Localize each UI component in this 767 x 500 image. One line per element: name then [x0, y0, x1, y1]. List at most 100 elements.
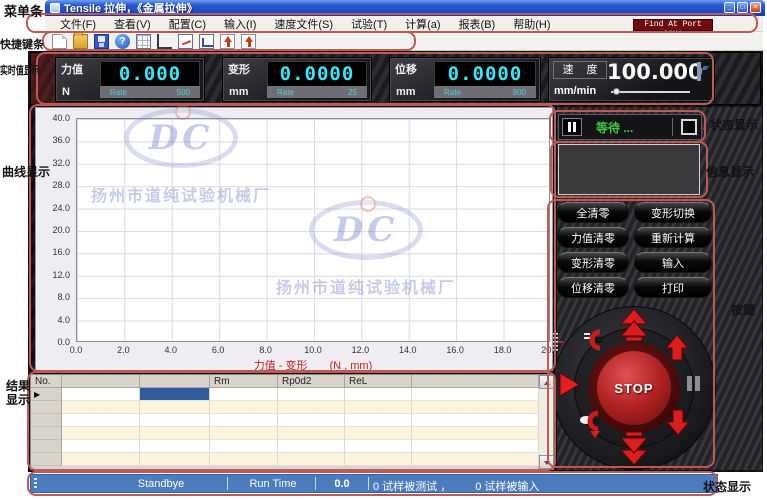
save-icon[interactable]: [94, 34, 109, 49]
table-cell[interactable]: [278, 427, 345, 440]
force-label: 力值: [61, 61, 83, 77]
menu-item[interactable]: 速度文件(S): [265, 16, 342, 32]
menu-item[interactable]: 配置(C): [160, 16, 215, 32]
button-力值清零[interactable]: 力值清零: [557, 227, 629, 248]
table-cell[interactable]: [278, 453, 345, 466]
button-位移清零[interactable]: 位移清零: [557, 277, 629, 298]
force-rate: Rate500: [100, 86, 200, 98]
table-cell[interactable]: [210, 440, 278, 453]
table-cell[interactable]: [278, 440, 345, 453]
table-cell[interactable]: [345, 388, 412, 401]
table-scrollbar[interactable]: [538, 375, 553, 469]
table-cell[interactable]: [345, 427, 412, 440]
button-重新计算[interactable]: 重新计算: [634, 227, 712, 248]
menu-item[interactable]: 计算(a): [396, 16, 449, 32]
table-cell[interactable]: [62, 401, 140, 414]
table-cell[interactable]: [62, 427, 140, 440]
table-cell[interactable]: [140, 414, 210, 427]
table-cell[interactable]: [345, 440, 412, 453]
annotation-status-top: 状态显示: [710, 116, 758, 133]
jog-up-fast-button[interactable]: [621, 309, 647, 341]
menu-item[interactable]: 帮助(H): [504, 16, 559, 32]
table-cell[interactable]: [62, 414, 140, 427]
table-cell[interactable]: [412, 414, 539, 427]
speed-slider[interactable]: [611, 91, 690, 93]
speed-down-spinner[interactable]: [699, 62, 701, 81]
button-变形切换[interactable]: 变形切换: [634, 202, 712, 223]
table-cell[interactable]: [412, 427, 539, 440]
pause-icon[interactable]: [562, 118, 582, 136]
table-cell[interactable]: [278, 388, 345, 401]
speed-slider-handle[interactable]: [613, 88, 620, 95]
minimize-button[interactable]: _: [724, 2, 735, 13]
table-cell[interactable]: [412, 440, 539, 453]
annotation-keys: 按键: [731, 301, 755, 318]
table-cell[interactable]: [140, 440, 210, 453]
table-cell[interactable]: [210, 388, 278, 401]
axis-title: 力值 - 变形 (N , mm): [76, 357, 550, 373]
axes-icon[interactable]: [157, 34, 172, 49]
button-打印[interactable]: 打印: [634, 277, 712, 298]
deform-rate: Rate25: [267, 86, 367, 98]
force-lcd: 0.000: [100, 61, 200, 87]
y-tick-label: 4.0: [32, 315, 70, 325]
jog-gauge-icon: [553, 333, 563, 351]
menu-item[interactable]: 查看(V): [105, 16, 160, 32]
table-cell[interactable]: [210, 453, 278, 466]
table-cell[interactable]: [278, 401, 345, 414]
table-cell[interactable]: [345, 414, 412, 427]
new-icon[interactable]: [52, 34, 67, 49]
table-cell[interactable]: [140, 388, 210, 401]
menu-item[interactable]: 报表(B): [450, 16, 505, 32]
table-cell[interactable]: [412, 453, 539, 466]
annotation-menu: 菜单条: [4, 1, 43, 20]
stop-square-icon[interactable]: [681, 119, 697, 135]
export-icon[interactable]: [220, 34, 235, 49]
column-header: Rm: [210, 375, 278, 388]
y-tick-label: 8.0: [32, 292, 70, 302]
table-cell[interactable]: [345, 453, 412, 466]
close-button[interactable]: ✕: [750, 2, 761, 13]
import-icon[interactable]: [241, 34, 256, 49]
jog-pause-icon[interactable]: [687, 376, 700, 391]
curve-panel: 40.036.032.028.024.020.016.012.08.04.00.…: [35, 107, 553, 371]
table-cell[interactable]: [278, 414, 345, 427]
help-icon[interactable]: [115, 34, 130, 49]
x-tick-label: 16.0: [440, 345, 470, 355]
upper-clamp-icon[interactable]: [584, 332, 602, 348]
table-cell[interactable]: [345, 401, 412, 414]
menu-item[interactable]: 文件(F): [51, 16, 105, 32]
button-全清零[interactable]: 全清零: [557, 202, 629, 223]
maximize-button[interactable]: □: [737, 2, 748, 13]
scroll-up-icon[interactable]: [539, 375, 554, 389]
scroll-down-icon[interactable]: [539, 455, 554, 469]
jog-down-fast-button[interactable]: [621, 432, 647, 465]
table-cell[interactable]: [210, 427, 278, 440]
table-cell[interactable]: [62, 440, 140, 453]
screenshot-root: { "annotations": { "menu": "菜单条", "toolb…: [0, 0, 767, 500]
table-cell[interactable]: [412, 401, 539, 414]
open-icon[interactable]: [73, 34, 88, 49]
jog-up-button[interactable]: [666, 335, 688, 360]
chart-icon[interactable]: [178, 34, 193, 49]
speed-value: 100.000: [607, 60, 692, 84]
jog-run-button[interactable]: [560, 373, 579, 396]
table-cell[interactable]: [62, 388, 140, 401]
table-cell[interactable]: [62, 453, 140, 466]
jog-down-button[interactable]: [667, 410, 689, 435]
table-cell[interactable]: [210, 401, 278, 414]
table-icon[interactable]: [136, 34, 151, 49]
report-icon[interactable]: [199, 34, 214, 49]
table-cell[interactable]: [412, 388, 539, 401]
column-header: Rp0d2: [278, 375, 345, 388]
button-变形清零[interactable]: 变形清零: [557, 252, 629, 273]
menu-item[interactable]: 输入(I): [215, 16, 265, 32]
table-cell[interactable]: [210, 414, 278, 427]
lower-clamp-icon[interactable]: [580, 413, 600, 438]
menu-item[interactable]: 试验(T): [342, 16, 396, 32]
table-cell[interactable]: [140, 427, 210, 440]
toolbar-icons: [45, 32, 763, 51]
table-cell[interactable]: [140, 401, 210, 414]
table-cell[interactable]: [140, 453, 210, 466]
button-输入[interactable]: 输入: [634, 252, 712, 273]
